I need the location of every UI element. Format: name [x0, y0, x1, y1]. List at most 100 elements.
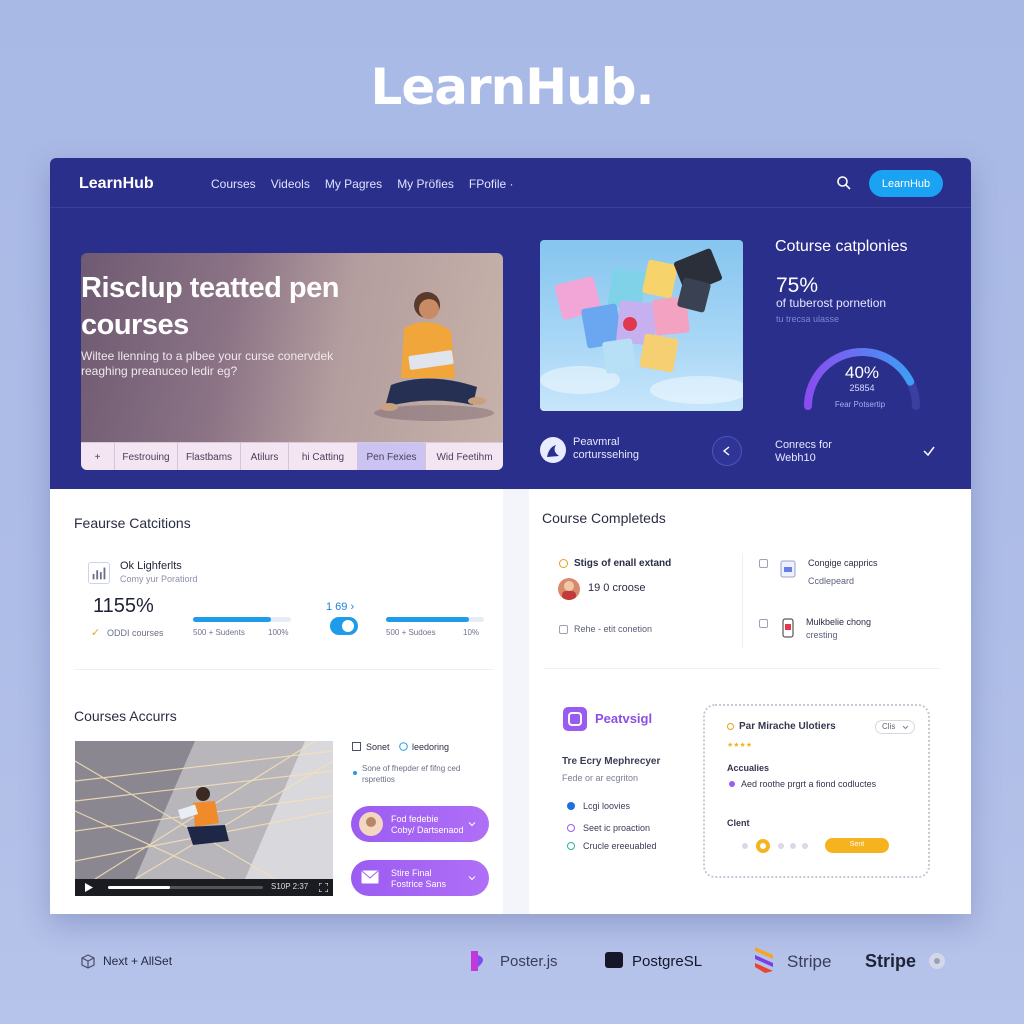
- gauge-label: 25854: [849, 383, 875, 393]
- card-section: Accualies: [727, 763, 770, 773]
- video-scrubber[interactable]: [108, 886, 263, 889]
- divider-line: [544, 668, 940, 669]
- hero-card: Risclup teatted pen courses Wiltee llenn…: [81, 253, 503, 470]
- search-icon[interactable]: [836, 175, 852, 191]
- checkbox[interactable]: [759, 619, 768, 628]
- pill2-text: Stire Final Fostrice Sans: [391, 868, 446, 890]
- fc-sub: Comy yur Poratiord: [120, 574, 198, 584]
- tab-pen-fexies[interactable]: Pen Fexies: [358, 443, 426, 470]
- bullet-icon: [729, 781, 735, 787]
- vertical-divider: [742, 553, 743, 648]
- progress-bar-2: [386, 617, 484, 622]
- stats-title: Coturse catplonies: [775, 238, 908, 255]
- radio-icon[interactable]: [727, 723, 734, 730]
- learnhub-button[interactable]: LearnHub: [869, 170, 943, 197]
- tab-wid-feetihm[interactable]: Wid Feetihm: [426, 443, 503, 470]
- pv-row2[interactable]: Seet ic proaction: [583, 823, 650, 833]
- radio-icon[interactable]: [559, 559, 568, 568]
- course-pill-1[interactable]: Fod fedebie Coby/ Dartsenaod: [351, 806, 489, 842]
- avatar: [359, 812, 383, 836]
- progress-bar-1: [193, 617, 291, 622]
- stats-percent-sub: tu trecsa ulasse: [776, 314, 840, 324]
- play-icon[interactable]: [84, 883, 93, 892]
- person-illustration: [374, 292, 494, 421]
- nav-logo[interactable]: LearnHub: [79, 175, 154, 193]
- nav-link-videos[interactable]: Videols: [271, 177, 310, 191]
- progress-fill-1: [193, 617, 272, 622]
- nav-link-courses[interactable]: Courses: [211, 177, 256, 191]
- circle-icon: [399, 742, 408, 751]
- fullscreen-icon[interactable]: [319, 883, 328, 892]
- bar1-pct: 100%: [268, 628, 289, 637]
- card-select-value: Clis: [882, 722, 896, 731]
- card-client: Clent: [727, 818, 750, 828]
- brand-posterjs[interactable]: Poster.js: [500, 953, 558, 970]
- footer-left[interactable]: Next + AllSet: [103, 954, 172, 968]
- client-stepper[interactable]: [741, 838, 817, 854]
- connect-line2: Webh10: [775, 452, 816, 464]
- fc-mid-value: 1 69 ›: [326, 601, 355, 613]
- pill1-line1: Fod fedebie: [391, 814, 439, 824]
- progress-fill-2: [386, 617, 470, 622]
- cc-item3: Congige capprics: [808, 558, 878, 568]
- course-completed-title: Course Completeds: [542, 510, 666, 526]
- checkbox[interactable]: [559, 625, 568, 634]
- send-button-label: Sent: [849, 841, 865, 848]
- pv-subtitle: Tre Ecry Mephrecyer: [562, 756, 661, 767]
- nav-link-my-pages[interactable]: My Pagres: [325, 177, 382, 191]
- bar2-pct: 10%: [463, 628, 480, 637]
- toggle-switch[interactable]: [330, 617, 358, 635]
- legend-description: Sone of fhepder ef fifng ced rsprettios: [362, 764, 461, 784]
- bar1-label: 500 + Sudents: [193, 628, 245, 637]
- tab-add[interactable]: +: [81, 443, 115, 470]
- cc-item3-sub: Ccdlepeard: [808, 576, 855, 586]
- feature-line1: Peavmral: [573, 436, 620, 448]
- pv-row3[interactable]: Crucle ereeuabled: [583, 841, 657, 851]
- feature-collections-title: Feaurse Catcitions: [74, 515, 191, 531]
- video-player[interactable]: S10P 2:37: [75, 741, 333, 896]
- video-frame: [75, 741, 333, 880]
- brand-stripe-1[interactable]: Stripe: [787, 952, 831, 972]
- pv-desc: Fede or ar ecgriton: [562, 773, 639, 783]
- nav-links: Courses Videols My Pagres My Pröfies FPo…: [211, 177, 514, 191]
- peatvsigl-logo-icon: [563, 707, 587, 731]
- mail-icon: [361, 870, 379, 884]
- stats-percent: 75%: [776, 274, 819, 297]
- box-icon: [81, 954, 95, 969]
- settings-icon[interactable]: [928, 952, 946, 970]
- tab-flastbams[interactable]: Flastbams: [178, 443, 241, 470]
- nav-link-my-profiles[interactable]: My Pröfies: [397, 177, 454, 191]
- fc-courses: ODDI courses: [107, 628, 164, 638]
- gauge-sub: Fear Potsertip: [834, 400, 886, 409]
- check-icon[interactable]: [922, 444, 936, 458]
- nav-link-profile-dropdown[interactable]: FPofile ·: [469, 177, 514, 191]
- tab-catting[interactable]: hi Catting: [289, 443, 358, 470]
- tab-atilurs[interactable]: Atilurs: [241, 443, 289, 470]
- legend-leedoring: leedoring: [412, 742, 450, 752]
- bullet-icon: [352, 763, 360, 775]
- top-nav: LearnHub Courses Videols My Pagres My Pr…: [50, 158, 971, 208]
- checkbox[interactable]: [759, 559, 768, 568]
- gauge-value: 40%: [844, 363, 880, 382]
- detail-card: Par Mirache Ulotiers Clis ★★★★ Accualies…: [703, 704, 930, 878]
- cc-item1-value: 19 0 croose: [588, 582, 646, 594]
- app-window: LearnHub Courses Videols My Pagres My Pr…: [50, 158, 971, 914]
- brand-stripe-2[interactable]: Stripe: [865, 951, 916, 972]
- course-pill-2[interactable]: Stire Final Fostrice Sans: [351, 860, 489, 896]
- tab-festrouing[interactable]: Festrouing: [115, 443, 178, 470]
- bar2-label: 500 + Sudoes: [386, 628, 436, 637]
- share-button[interactable]: [712, 436, 742, 466]
- brand-title: LearnHub.: [370, 58, 655, 116]
- send-button[interactable]: Sent: [825, 838, 889, 853]
- pv-row1[interactable]: Lcgi loovies: [583, 801, 630, 811]
- video-controls: S10P 2:37: [75, 879, 333, 896]
- bullet-icon: [567, 802, 575, 810]
- bullet-icon: [567, 824, 575, 832]
- pill2-line2: Fostrice Sans: [391, 879, 447, 889]
- card-select[interactable]: Clis: [875, 720, 915, 734]
- chevron-down-icon: [468, 822, 476, 827]
- footer: Next + AllSet Poster.js PostgreSL Stripe…: [50, 914, 971, 1024]
- connect-text: Conrecs for Webh10: [775, 439, 832, 465]
- brand-postgresql[interactable]: PostgreSL: [632, 953, 702, 970]
- chevron-down-icon: [468, 876, 476, 881]
